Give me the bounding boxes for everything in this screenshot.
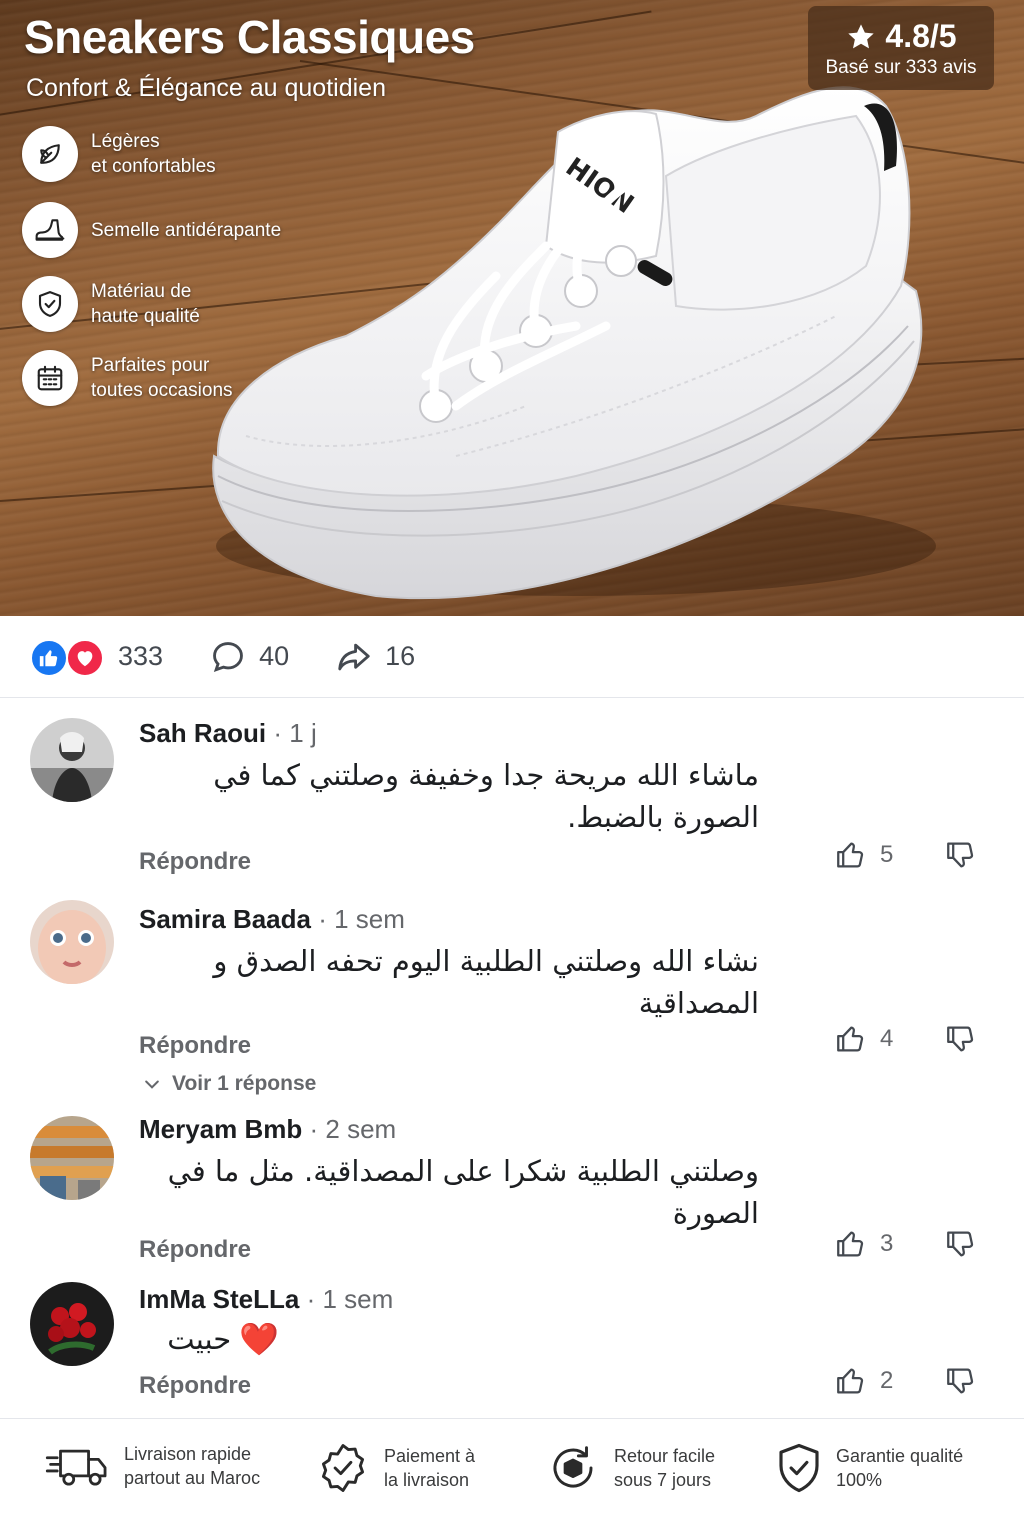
comment-text-row: حبيت ❤️ xyxy=(139,1318,279,1360)
return-box-icon xyxy=(553,1446,593,1488)
comment-like-button[interactable]: 3 xyxy=(834,1227,893,1261)
comment-like-button[interactable]: 4 xyxy=(834,1022,893,1056)
feature-text: Parfaites pour toutes occasions xyxy=(91,355,233,401)
calendar-icon xyxy=(22,350,78,406)
comment-text: ماشاء الله مريحة جدا وخفيفة وصلتني كما ف… xyxy=(213,758,759,834)
comment-dislike-button[interactable] xyxy=(944,838,978,877)
comment-time: · 1 sem xyxy=(306,1284,394,1314)
reply-button[interactable]: Répondre xyxy=(139,1372,251,1400)
feature-item: Matériau de haute qualité xyxy=(22,276,322,332)
comment-text: وصلتني الطلبية شكرا على المصداقية. مثل م… xyxy=(167,1154,759,1230)
footer-text: Garantie qualité 100% xyxy=(836,1446,964,1490)
comment-icon xyxy=(213,641,243,672)
reply-button[interactable]: Répondre xyxy=(139,1032,251,1060)
footer-text: Livraison rapide partout au Maroc xyxy=(124,1444,261,1488)
product-title: Sneakers Classiques xyxy=(24,11,475,63)
feature-text: Légères et confortables xyxy=(91,131,216,177)
comment-like-count: 5 xyxy=(880,841,894,868)
chevron-down-icon xyxy=(145,1080,159,1089)
feature-text: Semelle antidérapante xyxy=(91,219,282,241)
thumbs-up-icon xyxy=(837,1026,864,1052)
thumbs-up-icon xyxy=(837,1231,864,1257)
footer-item-payment: Paiement à la livraison xyxy=(316,1441,475,1495)
avatar[interactable] xyxy=(30,718,114,802)
comment-dislike-button[interactable] xyxy=(944,1364,978,1403)
footer-item-return: Retour facile sous 7 jours xyxy=(546,1441,715,1495)
sole-icon xyxy=(22,202,78,258)
comment-author[interactable]: Sah Raoui xyxy=(139,718,266,748)
comment-author[interactable]: Meryam Bmb xyxy=(139,1114,302,1144)
leaf-icon xyxy=(22,126,78,182)
share-icon xyxy=(338,643,370,670)
comment-count: 40 xyxy=(259,641,290,671)
feature-item: Parfaites pour toutes occasions xyxy=(22,350,322,406)
rating-value: 4.8/5 xyxy=(885,18,957,54)
thumbs-down-icon xyxy=(947,842,974,868)
love-reaction-icon xyxy=(66,638,104,677)
reactions-summary[interactable]: 333 xyxy=(30,637,163,677)
reaction-count: 333 xyxy=(118,641,164,671)
rating-caption: Basé sur 333 avis xyxy=(825,57,977,78)
badge-check-icon xyxy=(321,1444,365,1492)
comment-time: · 2 sem xyxy=(309,1114,397,1144)
star-icon xyxy=(848,23,875,48)
shield-check-icon xyxy=(22,276,78,332)
comment-like-count: 3 xyxy=(880,1230,894,1257)
comment-text: حبيت xyxy=(167,1322,232,1356)
thumbs-up-icon xyxy=(837,1368,864,1394)
feature-item: Légères et confortables xyxy=(22,126,322,182)
footer-text: Paiement à la livraison xyxy=(384,1446,476,1490)
footer-text: Retour facile sous 7 jours xyxy=(614,1446,716,1490)
avatar[interactable] xyxy=(30,900,114,984)
like-reaction-icon xyxy=(30,638,68,677)
shares-stat[interactable]: 16 xyxy=(335,638,415,676)
comment-like-button[interactable]: 5 xyxy=(834,838,893,872)
comment-time: · 1 j xyxy=(273,718,317,748)
footer-item-delivery: Livraison rapide partout au Maroc xyxy=(44,1441,260,1491)
comment-dislike-button[interactable] xyxy=(944,1022,978,1061)
reactions-bar: 333 40 16 xyxy=(0,616,1024,698)
product-hero: HION Sneakers Classiques Confort & Éléga… xyxy=(0,0,1024,616)
thumbs-down-icon xyxy=(947,1231,974,1257)
guarantees-footer: Livraison rapide partout au Maroc Paieme… xyxy=(0,1418,1024,1518)
comment-like-count: 4 xyxy=(880,1025,894,1052)
thumbs-up-icon xyxy=(837,842,864,868)
product-subtitle: Confort & Élégance au quotidien xyxy=(26,74,386,102)
share-count: 16 xyxy=(385,641,416,671)
feature-text: Matériau de haute qualité xyxy=(91,281,200,327)
feature-item: Semelle antidérapante xyxy=(22,202,322,258)
avatar[interactable] xyxy=(30,1116,114,1200)
shield-quality-icon xyxy=(779,1443,819,1493)
thumbs-down-icon xyxy=(947,1026,974,1052)
comment-dislike-button[interactable] xyxy=(944,1227,978,1266)
comments-stat[interactable]: 40 xyxy=(209,638,289,676)
view-replies-label: Voir 1 réponse xyxy=(172,1072,317,1095)
reply-button[interactable]: Répondre xyxy=(139,1236,251,1264)
heart-emoji: ❤️ xyxy=(239,1320,279,1358)
comment-text: نشاء الله وصلتني الطلبية اليوم تحفه الصد… xyxy=(213,944,759,1020)
comment-time: · 1 sem xyxy=(318,904,405,934)
truck-icon xyxy=(45,1449,107,1486)
footer-item-quality: Garantie qualité 100% xyxy=(776,1441,963,1495)
rating-badge: 4.8/5 Basé sur 333 avis xyxy=(808,6,994,90)
thumbs-down-icon xyxy=(947,1368,974,1394)
comment-like-count: 2 xyxy=(880,1367,894,1394)
avatar[interactable] xyxy=(30,1282,114,1366)
comment-author[interactable]: ImMa SteLLa xyxy=(139,1284,299,1314)
comment-author[interactable]: Samira Baada xyxy=(139,904,311,934)
reply-button[interactable]: Répondre xyxy=(139,848,251,876)
view-replies-button[interactable]: Voir 1 réponse xyxy=(142,1072,316,1096)
comment-like-button[interactable]: 2 xyxy=(834,1364,893,1398)
